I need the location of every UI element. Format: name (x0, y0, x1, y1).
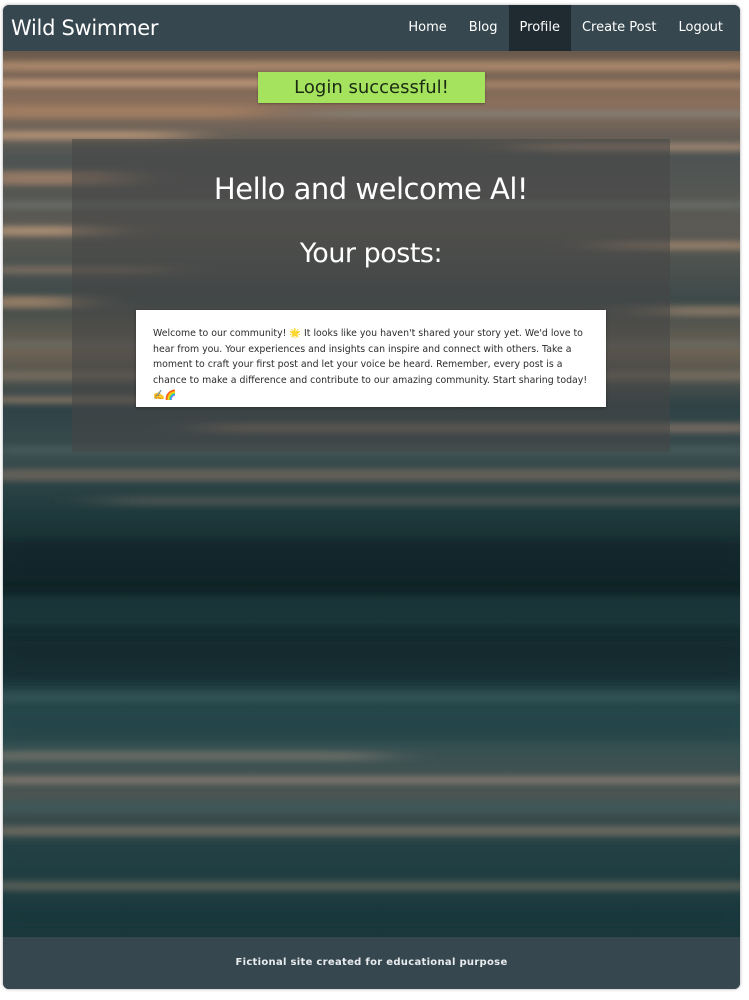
footer: Fictional site created for educational p… (3, 937, 740, 989)
nav-create-post[interactable]: Create Post (571, 5, 668, 51)
footer-text: Fictional site created for educational p… (235, 957, 508, 968)
welcome-heading: Hello and welcome Al! (213, 172, 529, 206)
nav-links: Home Blog Profile Create Post Logout (397, 5, 734, 51)
empty-posts-card: Welcome to our community! 🌟 It looks lik… (136, 310, 606, 407)
empty-posts-message: Welcome to our community! 🌟 It looks lik… (153, 328, 588, 401)
nav-home[interactable]: Home (397, 5, 457, 51)
hero-background: Login successful! Hello and welcome Al! … (3, 51, 740, 937)
page-frame: Wild Swimmer Home Blog Profile Create Po… (3, 5, 740, 989)
navbar: Wild Swimmer Home Blog Profile Create Po… (3, 5, 740, 51)
profile-panel: Hello and welcome Al! Your posts: Welcom… (72, 139, 670, 452)
nav-logout[interactable]: Logout (667, 5, 734, 51)
nav-blog[interactable]: Blog (458, 5, 509, 51)
nav-profile[interactable]: Profile (508, 5, 571, 51)
login-success-alert: Login successful! (258, 72, 485, 103)
brand-logo[interactable]: Wild Swimmer (11, 14, 158, 42)
posts-heading: Your posts: (299, 238, 443, 269)
